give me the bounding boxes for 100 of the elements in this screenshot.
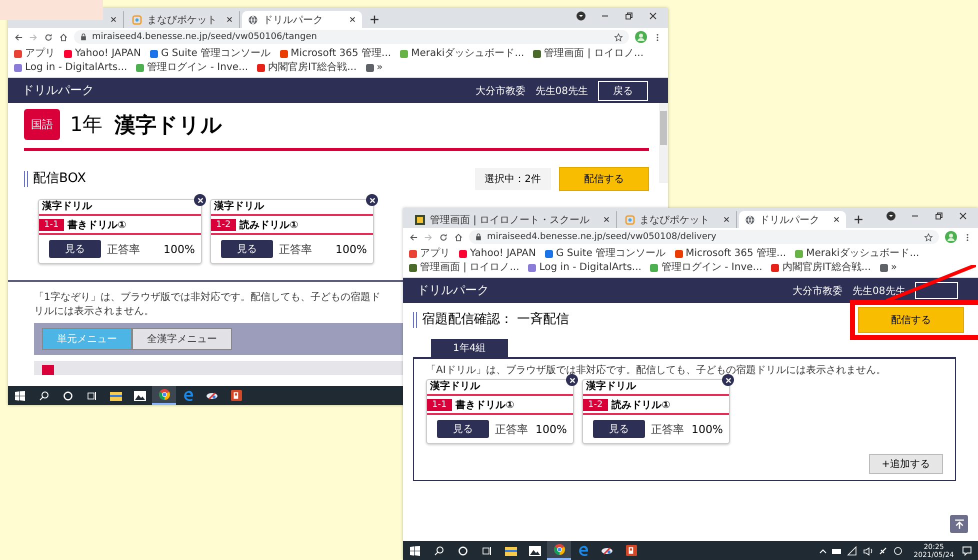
app-icon (624, 214, 635, 224)
category-label: 漢字ドリル (585, 380, 638, 394)
scroll-to-top-button[interactable] (950, 515, 968, 533)
bookmark[interactable]: Microsoft 365 管理... (280, 47, 392, 60)
close-icon[interactable] (648, 10, 658, 20)
remove-button[interactable] (722, 374, 734, 386)
accuracy-value: 100% (164, 242, 195, 256)
browser-tab[interactable]: ドリルパーク (738, 211, 846, 228)
bookmark[interactable]: Yahoo! JAPAN (459, 247, 536, 260)
back-icon[interactable] (14, 32, 23, 42)
site-logo-text: ドリルパーク (22, 82, 94, 99)
folder-icon (110, 390, 122, 400)
restore-icon[interactable] (624, 10, 634, 20)
star-icon[interactable] (924, 232, 933, 242)
close-icon[interactable] (602, 216, 610, 223)
profile-menu-icon[interactable] (886, 210, 896, 220)
browser-icon (554, 544, 564, 555)
bookmark[interactable]: 内閣官房IT総合戦... (257, 61, 357, 74)
circle-icon (458, 546, 468, 556)
back-icon[interactable] (409, 232, 418, 242)
avatar-icon[interactable] (945, 231, 957, 243)
drill-title: 読みドリル① (240, 218, 298, 232)
bookmark[interactable]: 管理画面 | ロイロノ... (533, 47, 644, 60)
close-icon[interactable] (722, 216, 730, 223)
browser-tab[interactable]: ドリルパーク (242, 11, 362, 28)
app-icon (132, 14, 142, 24)
address-bar[interactable]: miraiseed4.benesse.ne.jp/seed/vw050106/tangen (74, 30, 629, 44)
reload-icon[interactable] (439, 232, 448, 242)
category-label: 漢字ドリル (41, 200, 94, 214)
close-icon[interactable] (226, 16, 233, 23)
remove-button[interactable] (194, 194, 206, 206)
photo-icon (134, 390, 146, 400)
bookmark[interactable]: Merakiダッシュボード... (795, 247, 920, 260)
close-icon[interactable] (958, 210, 968, 220)
bookmark[interactable]: アプリ (409, 247, 450, 260)
view-button[interactable]: 見る (49, 240, 101, 258)
view-button[interactable]: 見る (593, 420, 645, 438)
accuracy-label: 正答率 (651, 422, 684, 436)
section-heading: 宿題配信確認： 一斉配信 (413, 312, 570, 328)
section-heading: 配信BOX (24, 171, 86, 187)
star-icon[interactable] (614, 32, 623, 42)
bookmark[interactable]: 管理ログイン - Inve... (136, 61, 248, 74)
bookmark[interactable]: 内閣官房IT総合戦... (771, 261, 871, 274)
view-button[interactable]: 見る (221, 240, 273, 258)
restore-icon[interactable] (934, 210, 944, 220)
reload-icon[interactable] (44, 32, 53, 42)
globe-icon (248, 14, 258, 24)
bookmark[interactable]: Microsoft 365 管理... (674, 247, 786, 260)
bookmark[interactable]: 管理ログイン - Inve... (650, 261, 762, 274)
scrollbar[interactable] (659, 103, 668, 183)
globe-icon (744, 214, 755, 224)
browser-tab[interactable]: まなびポケット (618, 211, 737, 228)
bookmark[interactable]: G Suite 管理コンソール (544, 247, 666, 260)
grade-label: 1年 (70, 111, 103, 138)
lesson-row[interactable] (34, 361, 404, 375)
avatar-icon[interactable] (635, 31, 647, 43)
notification-icon[interactable] (962, 546, 972, 556)
new-tab-icon[interactable] (854, 215, 863, 224)
close-icon[interactable] (832, 216, 840, 223)
close-icon (724, 376, 732, 384)
bookmark[interactable]: 管理画面 | ロイロノ... (409, 261, 520, 274)
add-button[interactable]: +追加する (868, 454, 943, 474)
bookmark[interactable]: アプリ (14, 47, 55, 60)
menu-tab[interactable]: 全漢字メニュー (132, 328, 232, 350)
accuracy-label: 正答率 (279, 242, 312, 256)
profile-menu-icon[interactable] (576, 10, 586, 20)
bookmark[interactable]: Log in - DigitalArts... (528, 261, 642, 274)
accuracy-value: 100% (536, 422, 567, 436)
windows-logo-icon (15, 390, 25, 400)
browser-tab[interactable]: まなびポケット (126, 11, 240, 28)
bookmark[interactable]: G Suite 管理コンソール (150, 47, 271, 60)
back-button[interactable]: 戻る (598, 80, 648, 100)
view-button[interactable]: 見る (437, 420, 489, 438)
scrollbar-thumb[interactable] (660, 111, 667, 145)
browser-tab[interactable]: 管理画面 | ロイロノート・スクール (409, 211, 617, 228)
site-logo-text: ドリルパーク (417, 282, 489, 299)
number-badge: 1-1 (427, 398, 452, 410)
remove-button[interactable] (366, 194, 378, 206)
close-icon[interactable] (110, 16, 117, 23)
bookmark[interactable]: Log in - DigitalArts... (14, 61, 128, 74)
home-icon[interactable] (59, 32, 68, 42)
new-tab-icon[interactable] (370, 15, 379, 24)
back-button[interactable] (915, 282, 958, 299)
deliver-button[interactable]: 配信する (858, 307, 964, 333)
home-icon[interactable] (454, 232, 463, 242)
address-bar[interactable]: miraiseed4.benesse.ne.jp/seed/vw050108/delivery (469, 230, 939, 244)
folder-icon (505, 546, 517, 556)
close-icon[interactable] (349, 16, 356, 23)
close-icon (196, 196, 204, 204)
deliver-button[interactable]: 配信する (559, 167, 649, 191)
number-badge: 1-1 (39, 218, 64, 230)
class-tab[interactable]: 1年4組 (431, 339, 508, 357)
task-view-icon (87, 390, 97, 400)
remove-button[interactable] (566, 374, 578, 386)
bookmark[interactable]: » (880, 261, 898, 274)
bookmark[interactable]: Merakiダッシュボード... (400, 47, 524, 60)
arrow-up-icon (954, 518, 964, 530)
bookmark[interactable]: Yahoo! JAPAN (64, 47, 141, 60)
accuracy-value: 100% (692, 422, 723, 436)
bookmark[interactable]: » (366, 61, 383, 74)
